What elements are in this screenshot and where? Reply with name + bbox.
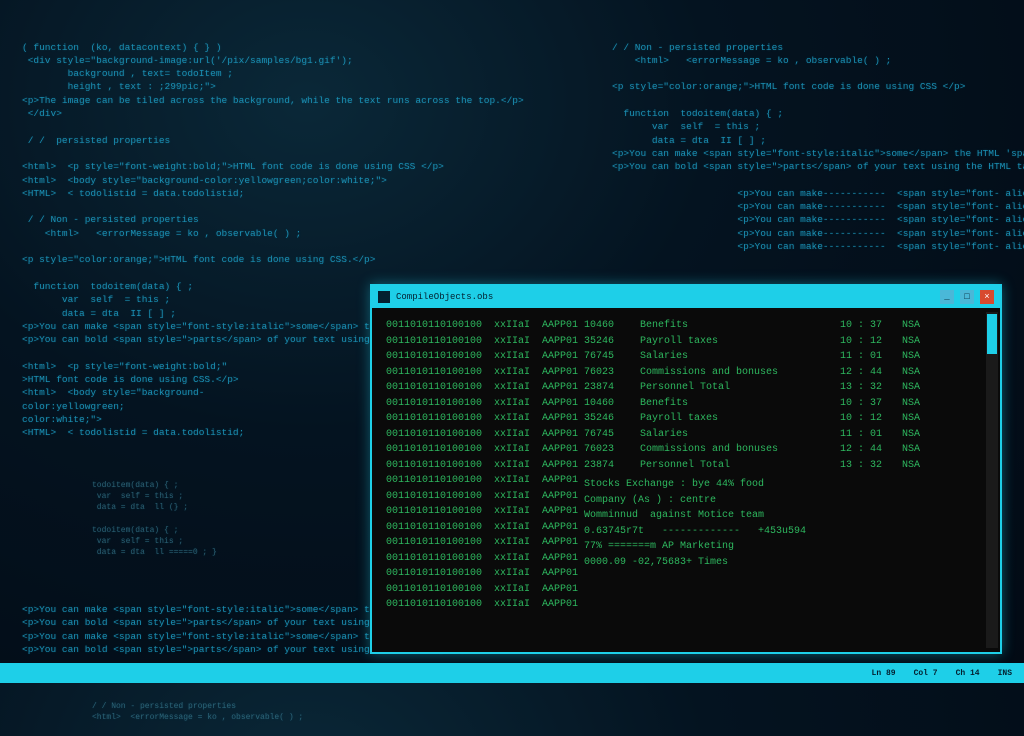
status-line: Ln 89 [872, 669, 896, 678]
status-col: Col 7 [914, 669, 938, 678]
code-text-faded: / / Non - persisted properties <html> <e… [92, 701, 382, 723]
data-row: 76745Salaries11 : 01NSA [584, 427, 986, 443]
maximize-button[interactable]: □ [960, 290, 974, 304]
extra-info: Stocks Exchange : bye 44% food Company (… [584, 477, 986, 570]
row-id: 10460 [584, 396, 640, 412]
data-column: 10460Benefits10 : 37NSA35246Payroll taxe… [584, 318, 986, 642]
row-time: 11 : 01 [840, 349, 902, 365]
row-time: 10 : 37 [840, 318, 902, 334]
row-time: 11 : 01 [840, 427, 902, 443]
row-tag: NSA [902, 411, 920, 427]
row-time: 10 : 12 [840, 411, 902, 427]
row-tag: NSA [902, 318, 920, 334]
app-icon [378, 291, 390, 303]
row-name: Commissions and bonuses [640, 442, 840, 458]
code-text: / / Non - persisted properties <html> <e… [612, 41, 1012, 254]
row-id: 35246 [584, 334, 640, 350]
row-id: 23874 [584, 380, 640, 396]
row-name: Benefits [640, 318, 840, 334]
row-name: Personnel Total [640, 458, 840, 474]
code-block-left: ( function (ko, datacontext) { } ) <div … [22, 14, 382, 736]
data-row: 10460Benefits10 : 37NSA [584, 318, 986, 334]
row-id: 76023 [584, 442, 640, 458]
row-tag: NSA [902, 396, 920, 412]
row-id: 76745 [584, 349, 640, 365]
data-row: 10460Benefits10 : 37NSA [584, 396, 986, 412]
row-name: Payroll taxes [640, 411, 840, 427]
row-time: 13 : 32 [840, 458, 902, 474]
terminal-title: CompileObjects.obs [396, 292, 493, 302]
row-tag: NSA [902, 442, 920, 458]
data-row: 35246Payroll taxes10 : 12NSA [584, 411, 986, 427]
binary-column: 0011010110100100 0011010110100100 001101… [386, 318, 494, 642]
row-tag: NSA [902, 365, 920, 381]
row-name: Commissions and bonuses [640, 365, 840, 381]
data-row: 76023Commissions and bonuses12 : 44NSA [584, 365, 986, 381]
code-text-faded: todoitem(data) { ; var self = this ; dat… [92, 480, 382, 558]
data-row: 23874Personnel Total13 : 32NSA [584, 380, 986, 396]
terminal-window: CompileObjects.obs _ □ × 001101011010010… [370, 284, 1002, 654]
row-name: Benefits [640, 396, 840, 412]
row-tag: NSA [902, 427, 920, 443]
row-id: 76745 [584, 427, 640, 443]
row-tag: NSA [902, 380, 920, 396]
row-time: 10 : 12 [840, 334, 902, 350]
status-ch: Ch 14 [956, 669, 980, 678]
terminal-scrollbar[interactable] [986, 312, 998, 648]
taskbar: Ln 89 Col 7 Ch 14 INS [0, 663, 1024, 683]
code-text: <p>You can make <span style="font-style:… [22, 603, 382, 656]
row-name: Payroll taxes [640, 334, 840, 350]
row-name: Salaries [640, 349, 840, 365]
close-button[interactable]: × [980, 290, 994, 304]
data-row: 76023Commissions and bonuses12 : 44NSA [584, 442, 986, 458]
row-id: 10460 [584, 318, 640, 334]
row-tag: NSA [902, 349, 920, 365]
status-ins: INS [998, 669, 1012, 678]
row-time: 12 : 44 [840, 365, 902, 381]
row-time: 13 : 32 [840, 380, 902, 396]
minimize-button[interactable]: _ [940, 290, 954, 304]
terminal-titlebar[interactable]: CompileObjects.obs _ □ × [372, 286, 1000, 308]
row-id: 23874 [584, 458, 640, 474]
data-row: 35246Payroll taxes10 : 12NSA [584, 334, 986, 350]
data-row: 23874Personnel Total13 : 32NSA [584, 458, 986, 474]
row-name: Salaries [640, 427, 840, 443]
row-time: 12 : 44 [840, 442, 902, 458]
row-id: 35246 [584, 411, 640, 427]
data-row: 76745Salaries11 : 01NSA [584, 349, 986, 365]
terminal-body: 0011010110100100 0011010110100100 001101… [372, 308, 1000, 652]
row-tag: NSA [902, 458, 920, 474]
scrollbar-thumb[interactable] [987, 314, 997, 354]
row-time: 10 : 37 [840, 396, 902, 412]
code-text: ( function (ko, datacontext) { } ) <div … [22, 41, 382, 440]
row-tag: NSA [902, 334, 920, 350]
row-id: 76023 [584, 365, 640, 381]
row-name: Personnel Total [640, 380, 840, 396]
system-column: xxIIaI AAPP01 xxIIaI AAPP01 xxIIaI AAPP0… [494, 318, 584, 642]
